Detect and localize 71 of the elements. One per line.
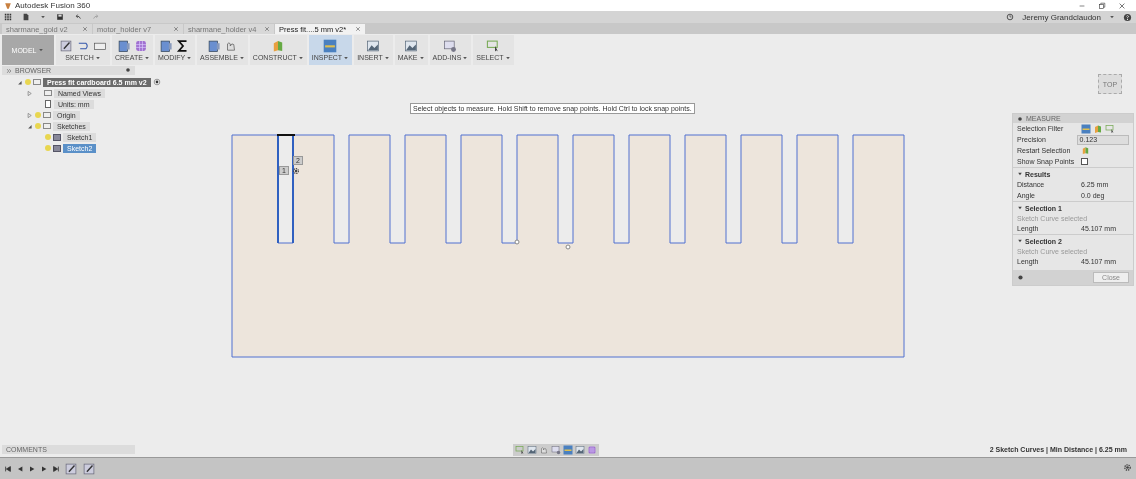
- snap-point: [514, 239, 520, 245]
- caret-icon[interactable]: [418, 54, 425, 61]
- checkbox[interactable]: [1081, 158, 1088, 165]
- sketch-icon[interactable]: [59, 39, 73, 53]
- settings-icon[interactable]: [292, 167, 300, 175]
- document-icon: [33, 79, 41, 85]
- collapse-arrow-icon[interactable]: [1017, 238, 1023, 244]
- help-icon[interactable]: [1123, 12, 1132, 22]
- undo-icon[interactable]: [74, 13, 82, 21]
- filter-icon[interactable]: [1105, 123, 1115, 134]
- collapse-arrow-icon[interactable]: [16, 78, 23, 86]
- save-icon[interactable]: [56, 13, 64, 21]
- navigation-toolbar[interactable]: [513, 443, 599, 456]
- restore-icon[interactable]: [1098, 1, 1106, 10]
- user-menu[interactable]: Jeremy Grandclaudon: [1022, 12, 1101, 22]
- selected-curve[interactable]: [277, 134, 294, 244]
- hand-icon[interactable]: [224, 39, 238, 53]
- collapse-arrow-icon[interactable]: [26, 122, 33, 130]
- select-icon[interactable]: [515, 444, 525, 455]
- app-logo-icon: [4, 1, 12, 10]
- restart-icon[interactable]: [1081, 146, 1090, 155]
- caret-icon[interactable]: [383, 54, 390, 61]
- ruler-icon[interactable]: [323, 39, 338, 53]
- filter-icon[interactable]: [1081, 123, 1091, 134]
- caret-icon[interactable]: [1109, 14, 1115, 20]
- box-icon[interactable]: [207, 39, 221, 53]
- caret-icon[interactable]: [143, 54, 150, 61]
- play-icon[interactable]: [28, 464, 36, 473]
- file-icon[interactable]: [22, 13, 30, 21]
- folder-icon: [44, 90, 52, 96]
- caret-icon[interactable]: [186, 54, 193, 61]
- close-icon[interactable]: [173, 26, 179, 32]
- app-grid-icon[interactable]: [4, 13, 12, 21]
- gear-icon[interactable]: [551, 444, 561, 455]
- close-icon[interactable]: [355, 26, 361, 32]
- ruler-icon[interactable]: [563, 444, 573, 455]
- image-icon[interactable]: [527, 444, 537, 455]
- select-icon[interactable]: [486, 39, 501, 53]
- close-icon[interactable]: [82, 26, 88, 32]
- image-icon[interactable]: [404, 39, 419, 53]
- selected-edge[interactable]: [276, 134, 296, 136]
- caret-icon[interactable]: [343, 54, 350, 61]
- clock-icon[interactable]: [1006, 13, 1015, 21]
- image-icon[interactable]: [366, 39, 381, 53]
- timeline-sketch-icon[interactable]: [82, 461, 96, 476]
- snap-point: [565, 244, 571, 250]
- caret-icon[interactable]: [462, 54, 469, 61]
- box-icon[interactable]: [159, 39, 174, 53]
- caret-icon[interactable]: [297, 54, 304, 61]
- caret-icon[interactable]: [238, 54, 245, 61]
- step-back-icon[interactable]: [16, 464, 24, 473]
- timeline-sketch-icon[interactable]: [64, 461, 78, 476]
- radio-icon[interactable]: [152, 78, 161, 86]
- box-icon[interactable]: [116, 39, 131, 53]
- grid-box-icon[interactable]: [133, 39, 148, 53]
- close-icon[interactable]: [264, 26, 270, 32]
- collapse-arrow-icon[interactable]: [1017, 205, 1023, 211]
- caret-icon[interactable]: [94, 54, 101, 61]
- caret-icon: [38, 47, 45, 53]
- skip-end-icon[interactable]: [52, 464, 60, 473]
- collapse-arrow-icon[interactable]: [1017, 171, 1023, 177]
- skip-start-icon[interactable]: [4, 464, 12, 473]
- settings-icon[interactable]: [1123, 463, 1132, 472]
- close-icon[interactable]: [1118, 1, 1126, 10]
- gear-icon[interactable]: [443, 39, 458, 53]
- document-icon: [45, 100, 51, 108]
- window-title: Autodesk Fusion 360: [15, 1, 91, 10]
- caret-icon[interactable]: [504, 54, 511, 61]
- image-icon[interactable]: [575, 444, 585, 455]
- caret-icon[interactable]: [40, 14, 46, 20]
- step-forward-icon[interactable]: [40, 464, 48, 473]
